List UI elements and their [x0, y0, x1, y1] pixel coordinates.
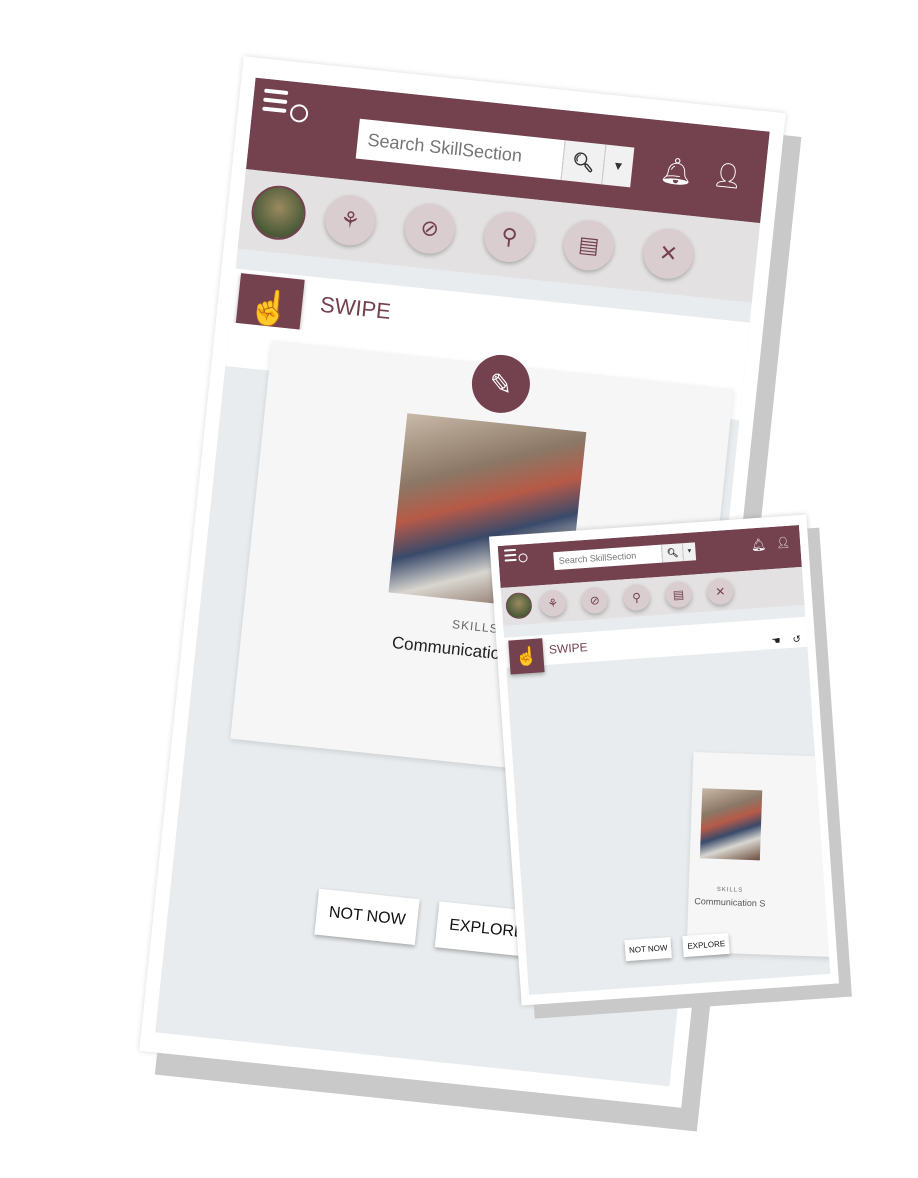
- search-button[interactable]: 🔍︎: [560, 140, 606, 185]
- org-chart-icon: ⚘: [546, 596, 559, 611]
- nav-toolbox-button[interactable]: ▤: [664, 580, 693, 609]
- search-input[interactable]: [553, 544, 663, 571]
- avatar[interactable]: [505, 591, 533, 620]
- search-dropdown-button[interactable]: ▼: [681, 542, 697, 562]
- toolbox-icon: ▤: [672, 587, 685, 602]
- nav-tools-button[interactable]: ✕: [640, 226, 696, 282]
- wrench-key-icon: ⚲: [631, 590, 642, 605]
- search-input[interactable]: [355, 118, 565, 181]
- nav-compass-button[interactable]: ⊘: [580, 586, 609, 615]
- swipe-actions: ☚ ↺: [740, 631, 807, 652]
- not-now-button[interactable]: NOT NOW: [624, 936, 673, 962]
- section-title: SWIPE: [548, 640, 589, 657]
- user-icon[interactable]: 👤︎: [776, 536, 791, 550]
- search-group: 🔍︎ ▼: [553, 542, 697, 571]
- tools-icon: ✕: [658, 239, 679, 267]
- org-chart-icon: ⚘: [339, 206, 362, 234]
- search-group: 🔍︎ ▼: [355, 118, 635, 188]
- avatar[interactable]: [248, 183, 309, 243]
- app-screen-small: 🔍︎ ▼ 🔔︎ 👤︎ ⚘ ⊘ ⚲ ▤ ✕ ☝ SWIPE ☚ ↺ SKILLS …: [497, 525, 831, 995]
- magnifier-icon: 🔍︎: [666, 547, 679, 558]
- nav-org-chart-button[interactable]: ⚘: [322, 192, 378, 248]
- user-icon[interactable]: 👤︎: [711, 160, 744, 192]
- nav-toolbox-button[interactable]: ▤: [561, 217, 617, 273]
- swipe-gesture-icon[interactable]: ☚: [771, 635, 781, 647]
- wrench-key-icon: ⚲: [500, 223, 519, 250]
- compass-icon: ⊘: [419, 214, 441, 242]
- bell-icon[interactable]: 🔔︎: [751, 537, 767, 552]
- pie-chart-icon: [518, 553, 528, 563]
- tools-icon: ✕: [714, 584, 726, 599]
- menu-button[interactable]: [261, 88, 309, 124]
- compass-icon: ⊘: [589, 593, 601, 608]
- nav-compass-button[interactable]: ⊘: [402, 201, 458, 257]
- explore-button[interactable]: EXPLORE: [682, 932, 730, 958]
- nav-org-chart-button[interactable]: ⚘: [538, 589, 567, 618]
- section-title: SWIPE: [318, 291, 393, 324]
- magnifier-icon: 🔍︎: [571, 150, 596, 173]
- not-now-button[interactable]: NOT NOW: [314, 888, 420, 946]
- phone-mockup-small: 🔍︎ ▼ 🔔︎ 👤︎ ⚘ ⊘ ⚲ ▤ ✕ ☝ SWIPE ☚ ↺ SKILLS …: [488, 514, 840, 1006]
- search-dropdown-button[interactable]: ▼: [601, 144, 635, 188]
- swipe-hand-icon: ☝: [508, 638, 545, 675]
- caret-down-icon: ▼: [611, 158, 625, 174]
- nav-wrench-button[interactable]: ⚲: [481, 209, 537, 265]
- toolbox-icon: ▤: [577, 231, 601, 259]
- nav-tools-button[interactable]: ✕: [706, 577, 735, 606]
- search-button[interactable]: 🔍︎: [660, 543, 684, 563]
- card-title: Communication S: [694, 896, 766, 909]
- decision-buttons: NOT NOW EXPLORE: [526, 926, 829, 968]
- nav-wrench-button[interactable]: ⚲: [622, 583, 651, 612]
- bell-icon[interactable]: 🔔︎: [659, 154, 695, 188]
- undo-icon[interactable]: ↺: [792, 634, 801, 646]
- skill-photo: [699, 788, 763, 861]
- menu-button[interactable]: [503, 548, 531, 566]
- caret-down-icon: ▼: [686, 548, 693, 555]
